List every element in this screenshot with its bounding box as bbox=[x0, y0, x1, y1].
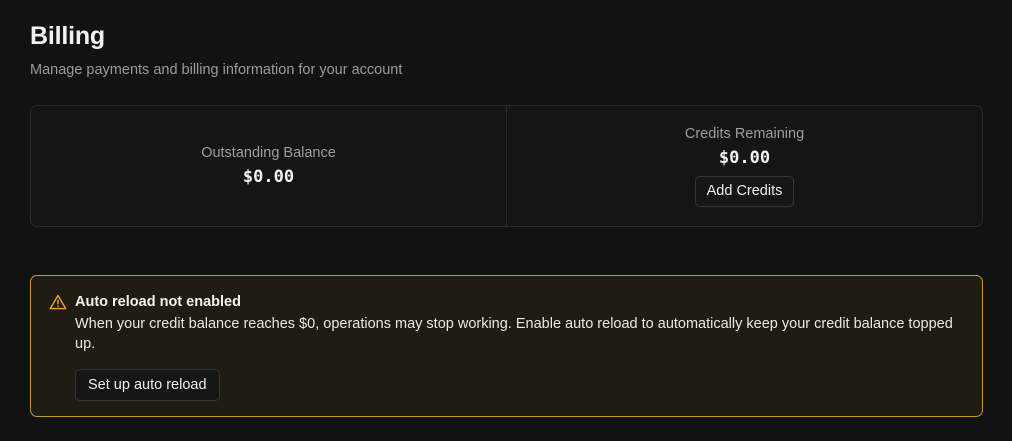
outstanding-balance-value: $0.00 bbox=[242, 167, 295, 187]
page-subtitle: Manage payments and billing information … bbox=[30, 62, 403, 78]
auto-reload-alert: Auto reload not enabled When your credit… bbox=[30, 275, 983, 417]
page-title: Billing bbox=[30, 22, 105, 50]
credits-remaining-panel: Credits Remaining $0.00 Add Credits bbox=[507, 106, 982, 226]
alert-message: When your credit balance reaches $0, ope… bbox=[75, 316, 953, 352]
credits-remaining-value: $0.00 bbox=[718, 147, 771, 168]
setup-auto-reload-button[interactable]: Set up auto reload bbox=[75, 369, 220, 401]
outstanding-balance-label: Outstanding Balance bbox=[201, 145, 336, 161]
warning-triangle-icon bbox=[49, 294, 67, 310]
balance-summary-card: Outstanding Balance $0.00 Credits Remain… bbox=[30, 105, 983, 227]
alert-title: Auto reload not enabled bbox=[75, 294, 241, 310]
billing-page: Billing Manage payments and billing info… bbox=[0, 0, 1012, 441]
add-credits-button[interactable]: Add Credits bbox=[694, 175, 795, 207]
outstanding-balance-panel: Outstanding Balance $0.00 bbox=[31, 106, 507, 226]
credits-remaining-label: Credits Remaining bbox=[684, 125, 805, 142]
